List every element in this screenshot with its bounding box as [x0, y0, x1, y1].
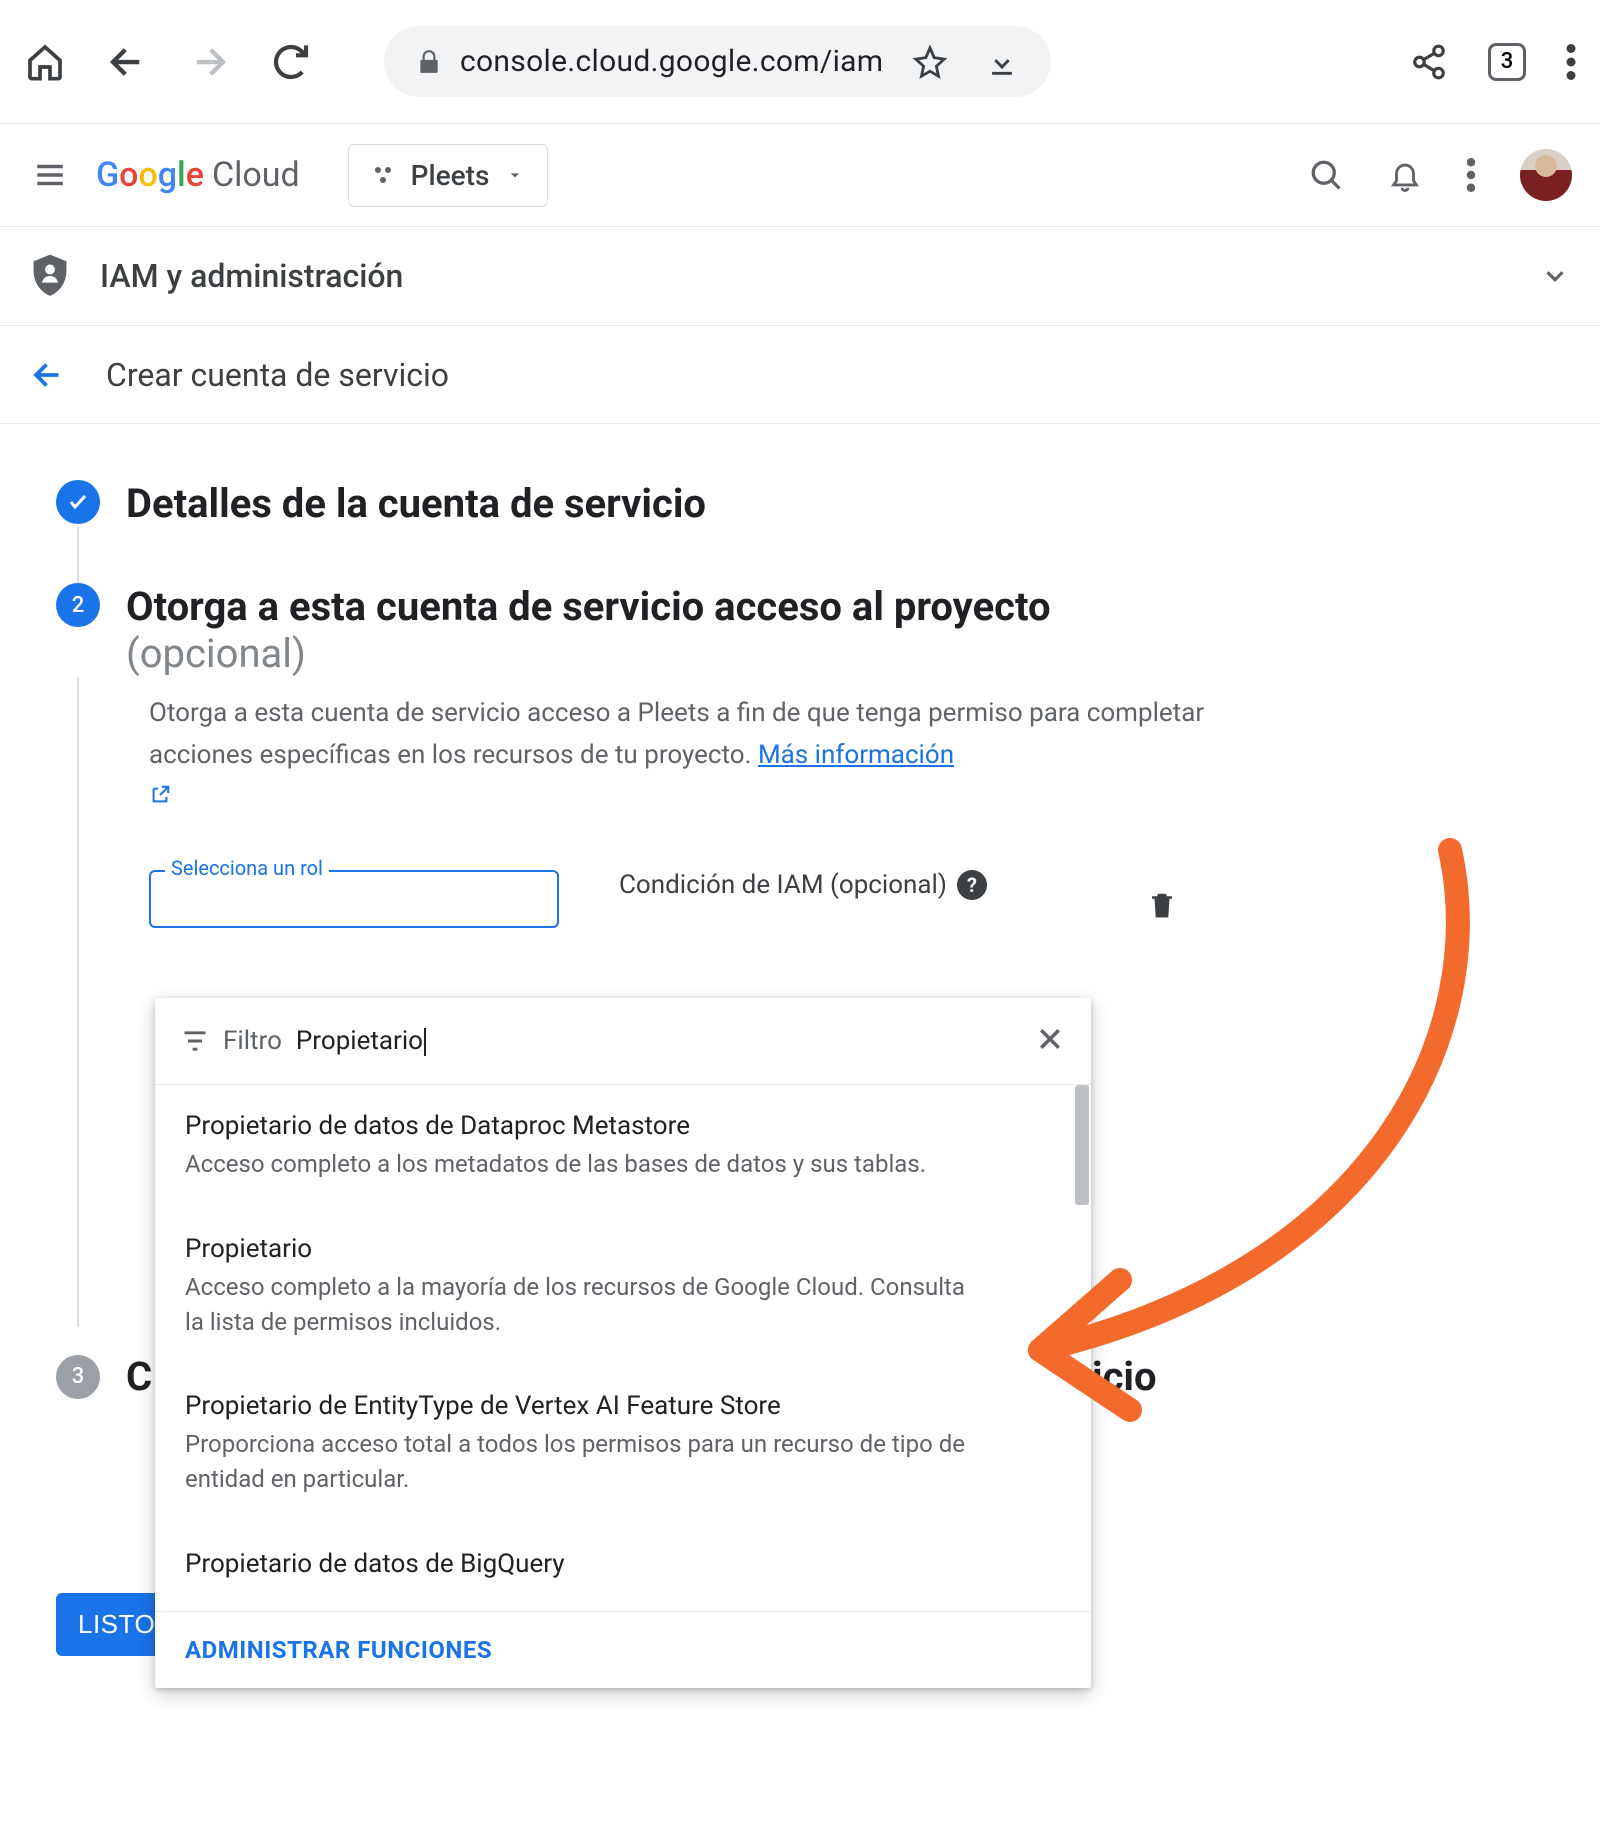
dropdown-item[interactable]: Propietario de datos de BigQuery: [155, 1523, 1091, 1611]
text-cursor: [424, 1028, 426, 1056]
step-2-badge: 2: [56, 583, 100, 627]
back-icon[interactable]: [106, 41, 148, 83]
step-2: 2 Otorga a esta cuenta de servicio acces…: [56, 583, 1544, 677]
role-select-label: Selecciona un rol: [165, 856, 329, 880]
share-icon[interactable]: [1410, 43, 1448, 81]
role-select[interactable]: Selecciona un rol: [149, 870, 559, 928]
dropdown-filter-row: Filtro Propietario: [155, 998, 1091, 1085]
sub-title: Crear cuenta de servicio: [106, 356, 449, 394]
iam-shield-icon: [30, 253, 70, 299]
step-1-title: Detalles de la cuenta de servicio: [126, 480, 706, 527]
dropdown-item-desc: Acceso completo a los metadatos de las b…: [185, 1147, 965, 1182]
tab-count[interactable]: 3: [1488, 43, 1526, 81]
kebab-menu-icon[interactable]: [1566, 44, 1576, 80]
step-connector-1: [77, 527, 79, 583]
browser-nav-icons: [24, 41, 312, 83]
cloud-header-right: [1308, 149, 1572, 201]
dropdown-item-title: Propietario de datos de Dataproc Metasto…: [185, 1111, 1061, 1141]
clear-filter-button[interactable]: [1035, 1024, 1065, 1058]
section-title: IAM y administración: [100, 257, 403, 295]
project-name: Pleets: [411, 159, 490, 192]
dropdown-footer: ADMINISTRAR FUNCIONES: [155, 1611, 1091, 1688]
back-arrow-icon[interactable]: [30, 357, 66, 393]
step-1: Detalles de la cuenta de servicio: [56, 480, 1544, 527]
address-bar[interactable]: console.cloud.google.com/iam: [384, 26, 1051, 97]
learn-more-link[interactable]: Más información: [758, 740, 954, 770]
more-icon[interactable]: [1466, 158, 1476, 192]
check-icon: [66, 490, 90, 514]
avatar[interactable]: [1520, 149, 1572, 201]
step-3-title-left: C: [126, 1353, 152, 1400]
filter-input[interactable]: Propietario: [296, 1026, 1021, 1056]
iam-condition[interactable]: Condición de IAM (opcional) ?: [619, 870, 987, 900]
role-dropdown: Filtro Propietario Propietario de datos …: [155, 998, 1091, 1688]
hamburger-menu-icon[interactable]: [28, 153, 72, 197]
scrollbar-thumb[interactable]: [1075, 1085, 1089, 1205]
download-icon[interactable]: [985, 45, 1019, 79]
browser-chrome: console.cloud.google.com/iam 3: [0, 0, 1600, 124]
help-icon[interactable]: ?: [957, 870, 987, 900]
home-icon[interactable]: [24, 41, 66, 83]
cloud-header: Google Cloud Pleets: [0, 124, 1600, 226]
step-2-title: Otorga a esta cuenta de servicio acceso …: [126, 583, 1051, 630]
step-3-title-right: icio: [1092, 1353, 1157, 1400]
dropdown-item[interactable]: Propietario de datos de Dataproc Metasto…: [155, 1085, 1091, 1208]
sub-bar: Crear cuenta de servicio: [0, 326, 1600, 424]
dropdown-list[interactable]: Propietario de datos de Dataproc Metasto…: [155, 1085, 1091, 1611]
dropdown-item-desc: Acceso completo a la mayoría de los recu…: [185, 1270, 965, 1340]
dropdown-item-title: Propietario: [185, 1234, 1061, 1264]
browser-right-icons: 3: [1410, 43, 1576, 81]
google-cloud-logo[interactable]: Google Cloud: [96, 155, 300, 195]
star-icon[interactable]: [913, 45, 947, 79]
delete-role-button[interactable]: [1147, 888, 1177, 926]
section-bar: IAM y administración: [0, 226, 1600, 326]
project-icon: [371, 163, 395, 187]
filter-label: Filtro: [223, 1026, 282, 1056]
dropdown-item-title: Propietario de datos de BigQuery: [185, 1549, 1061, 1579]
dropdown-triangle-icon: [505, 165, 525, 185]
step-2-subtitle: (opcional): [126, 630, 1051, 677]
project-selector[interactable]: Pleets: [348, 144, 549, 207]
manage-roles-button[interactable]: ADMINISTRAR FUNCIONES: [185, 1636, 492, 1664]
dropdown-item-title: Propietario de EntityType de Vertex AI F…: [185, 1391, 1061, 1421]
step-3-badge: 3: [56, 1355, 100, 1399]
search-icon[interactable]: [1308, 157, 1344, 193]
forward-icon[interactable]: [188, 41, 230, 83]
dropdown-item[interactable]: Propietario de EntityType de Vertex AI F…: [155, 1365, 1091, 1523]
chevron-down-icon[interactable]: [1540, 261, 1570, 291]
bell-icon[interactable]: [1388, 158, 1422, 192]
filter-icon: [181, 1027, 209, 1055]
dropdown-item-desc: Proporciona acceso total a todos los per…: [185, 1427, 965, 1497]
external-link-icon[interactable]: [149, 782, 171, 817]
step-2-body: Otorga a esta cuenta de servicio acceso …: [149, 693, 1209, 820]
address-url: console.cloud.google.com/iam: [460, 44, 883, 79]
lock-icon: [416, 49, 442, 75]
reload-icon[interactable]: [270, 41, 312, 83]
dropdown-item[interactable]: Propietario Acceso completo a la mayoría…: [155, 1208, 1091, 1366]
step-1-badge: [56, 480, 100, 524]
